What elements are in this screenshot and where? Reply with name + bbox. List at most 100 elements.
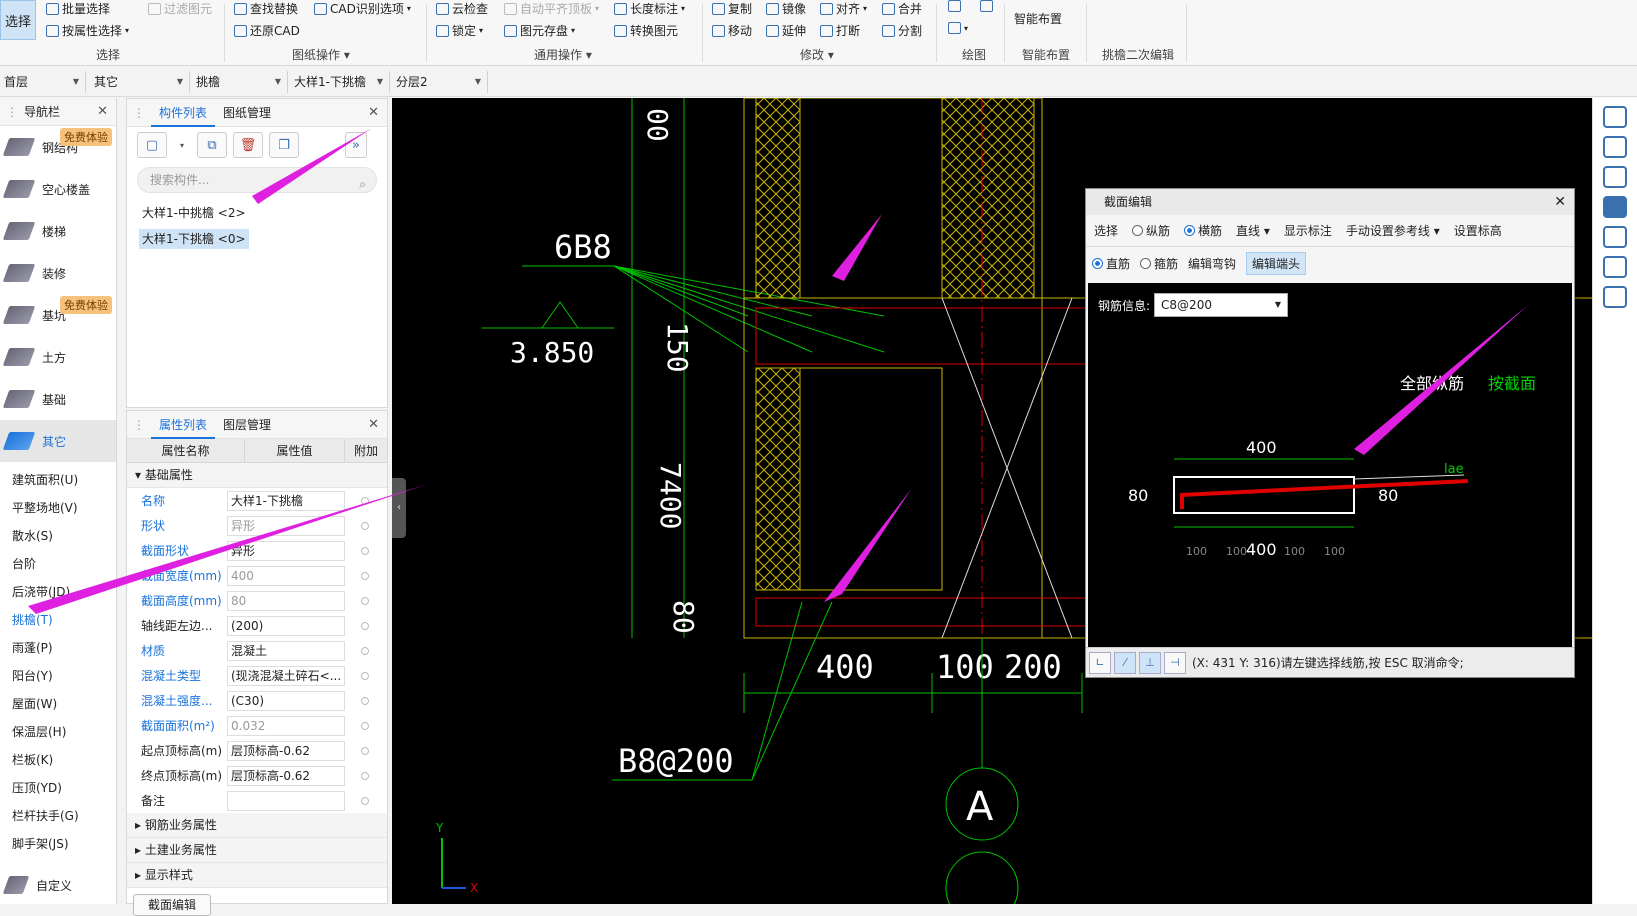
nav-item-foundation[interactable]: 基础 <box>0 378 116 420</box>
layer-select[interactable]: 分层2 ▼ <box>392 71 488 93</box>
sub-item-building-area[interactable]: 建筑面积(U) <box>0 466 116 494</box>
element-save-button[interactable]: 图元存盘 ▾ <box>504 22 575 39</box>
sub-item-railing[interactable]: 栏杆扶手(G) <box>0 802 116 830</box>
close-icon[interactable]: ✕ <box>97 104 108 119</box>
delete-component-button[interactable]: 🗑 <box>233 132 263 158</box>
nav-item-hollow-slab[interactable]: 空心楼盖 <box>0 168 116 210</box>
tab-drawing-management[interactable]: 图纸管理 <box>215 99 279 127</box>
property-row[interactable]: 轴线距左边... (200) <box>127 613 387 638</box>
find-replace-button[interactable]: 查找替换 <box>234 0 298 17</box>
group-label-modify[interactable]: 修改 ▾ <box>800 46 834 63</box>
attach-checkbox[interactable] <box>361 621 369 630</box>
attach-checkbox[interactable] <box>361 596 369 605</box>
drag-handle-icon[interactable]: ⋮ <box>133 418 145 432</box>
close-icon[interactable]: ✕ <box>368 105 379 120</box>
nav-item-decoration[interactable]: 装修 <box>0 252 116 294</box>
extend-button[interactable]: 延伸 <box>766 22 806 39</box>
close-icon[interactable]: ✕ <box>1554 189 1566 215</box>
new-component-button[interactable]: ▢ <box>137 132 167 158</box>
select-button[interactable]: 选择 <box>1094 222 1118 239</box>
property-row[interactable]: 截面形状 异形 <box>127 538 387 563</box>
lock-button[interactable]: 锁定 ▾ <box>436 22 483 39</box>
mirror-button[interactable]: 镜像 <box>766 0 806 17</box>
sub-item-parapet[interactable]: 栏板(K) <box>0 746 116 774</box>
radio-straight[interactable]: 直筋 <box>1092 255 1130 272</box>
property-value[interactable]: 混凝土 <box>227 640 345 661</box>
property-row[interactable]: 截面高度(mm) 80 <box>127 588 387 613</box>
property-row[interactable]: 截面宽度(mm) 400 <box>127 563 387 588</box>
align-button[interactable]: 对齐 ▾ <box>820 0 867 17</box>
sub-item-step[interactable]: 台阶 <box>0 550 116 578</box>
length-dim-button[interactable]: 长度标注 ▾ <box>614 0 685 17</box>
floor-select[interactable]: 首层 ▼ <box>0 71 86 93</box>
set-elev-button[interactable]: 设置标高 <box>1454 222 1502 239</box>
nav-item-earthwork[interactable]: 土方 <box>0 336 116 378</box>
smart-layout-button[interactable]: 智能布置 <box>1014 10 1062 27</box>
manual-ref-dropdown[interactable]: 手动设置参考线 ▾ <box>1346 222 1440 239</box>
solid-cube-icon[interactable] <box>1603 196 1627 218</box>
break-button[interactable]: 打断 <box>820 22 860 39</box>
nav-item-stairs[interactable]: 楼梯 <box>0 210 116 252</box>
property-value[interactable]: 400 <box>227 565 345 586</box>
section-edit-button[interactable]: 截面编辑 <box>133 894 211 916</box>
attach-checkbox[interactable] <box>361 746 369 755</box>
select-tool-button[interactable]: 选择 <box>0 0 36 40</box>
component-select[interactable]: 大样1-下挑檐 ▼ <box>290 71 390 93</box>
snap-icon[interactable]: ⊣ <box>1164 651 1186 674</box>
fit-view-icon[interactable] <box>1603 226 1627 248</box>
filter-graphic-button[interactable]: 过滤图元 <box>148 0 212 17</box>
group-civil-attrs[interactable]: ▸ 土建业务属性 <box>127 838 387 863</box>
radio-transverse[interactable]: 横筋 <box>1184 222 1222 239</box>
tab-layer-management[interactable]: 图层管理 <box>215 411 279 439</box>
move-button[interactable]: 移动 <box>712 22 752 39</box>
sub-item-roof[interactable]: 屋面(W) <box>0 690 116 718</box>
tab-component-list[interactable]: 构件列表 <box>151 99 216 127</box>
draw-rect-button[interactable] <box>980 0 993 12</box>
draw-arc-button[interactable]: ▾ <box>948 22 968 34</box>
new-dropdown-arrow[interactable]: ▾ <box>173 132 191 158</box>
group-label-general-ops[interactable]: 通用操作 ▾ <box>534 46 592 63</box>
settings-list-icon[interactable] <box>1603 286 1627 308</box>
draw-line-button[interactable] <box>948 0 961 12</box>
auto-level-slab-button[interactable]: 自动平齐顶板 ▾ <box>504 0 599 17</box>
component-item-selected[interactable]: 大样1-下挑檐 <0> <box>139 229 249 249</box>
layer-copy-button[interactable]: ❐ <box>269 132 299 158</box>
property-value[interactable]: 80 <box>227 590 345 611</box>
attach-checkbox[interactable] <box>361 796 369 805</box>
sub-item-apron[interactable]: 散水(S) <box>0 522 116 550</box>
nav-item-other[interactable]: 其它 <box>0 420 116 462</box>
radio-longitudinal[interactable]: 纵筋 <box>1132 222 1170 239</box>
more-button[interactable]: » <box>345 132 367 158</box>
group-basic-attrs[interactable]: ▾ 基础属性 <box>127 463 387 488</box>
ortho-icon[interactable]: ∟ <box>1089 651 1111 674</box>
merge-button[interactable]: 合并 <box>882 0 922 17</box>
attach-checkbox[interactable] <box>361 571 369 580</box>
property-value[interactable]: 异形 <box>227 515 345 536</box>
attach-checkbox[interactable] <box>361 521 369 530</box>
select-by-attr-button[interactable]: 按属性选择 ▾ <box>46 22 129 39</box>
cad-recognize-button[interactable]: CAD识别选项 ▾ <box>314 0 411 17</box>
show-dim-button[interactable]: 显示标注 <box>1284 222 1332 239</box>
property-row[interactable]: 截面面积(m²) 0.032 <box>127 713 387 738</box>
property-value[interactable]: 0.032 <box>227 715 345 736</box>
property-row[interactable]: 混凝土类型 (现浇混凝土碎石<... <box>127 663 387 688</box>
sub-item-balcony[interactable]: 阳台(Y) <box>0 662 116 690</box>
radio-stirrup[interactable]: 箍筋 <box>1140 255 1178 272</box>
rebar-info-select[interactable]: C8@200 ▼ <box>1154 293 1289 317</box>
sub-item-site-leveling[interactable]: 平整场地(V) <box>0 494 116 522</box>
component-search-input[interactable]: 搜索构件... ⌕ <box>137 167 377 193</box>
type-select[interactable]: 挑檐 ▼ <box>192 71 288 93</box>
drag-handle-icon[interactable]: ⋮ <box>6 105 18 119</box>
property-value[interactable]: (200) <box>227 615 345 636</box>
attach-checkbox[interactable] <box>361 696 369 705</box>
attach-checkbox[interactable] <box>361 496 369 505</box>
group-rebar-attrs[interactable]: ▸ 钢筋业务属性 <box>127 813 387 838</box>
sub-item-insulation[interactable]: 保温层(H) <box>0 718 116 746</box>
nav-item-pit[interactable]: 基坑 免费体验 <box>0 294 116 336</box>
batch-select-button[interactable]: 批量选择 <box>46 0 110 17</box>
nav-item-custom[interactable]: 自定义 <box>0 864 116 906</box>
tab-attribute-list[interactable]: 属性列表 <box>151 411 216 439</box>
property-value[interactable]: 层顶标高-0.62 <box>227 765 345 786</box>
property-value[interactable] <box>227 790 345 811</box>
section-canvas[interactable]: 钢筋信息: C8@200 ▼ 全部纵筋 按截面 400 lae 80 80 400… <box>1088 283 1572 647</box>
